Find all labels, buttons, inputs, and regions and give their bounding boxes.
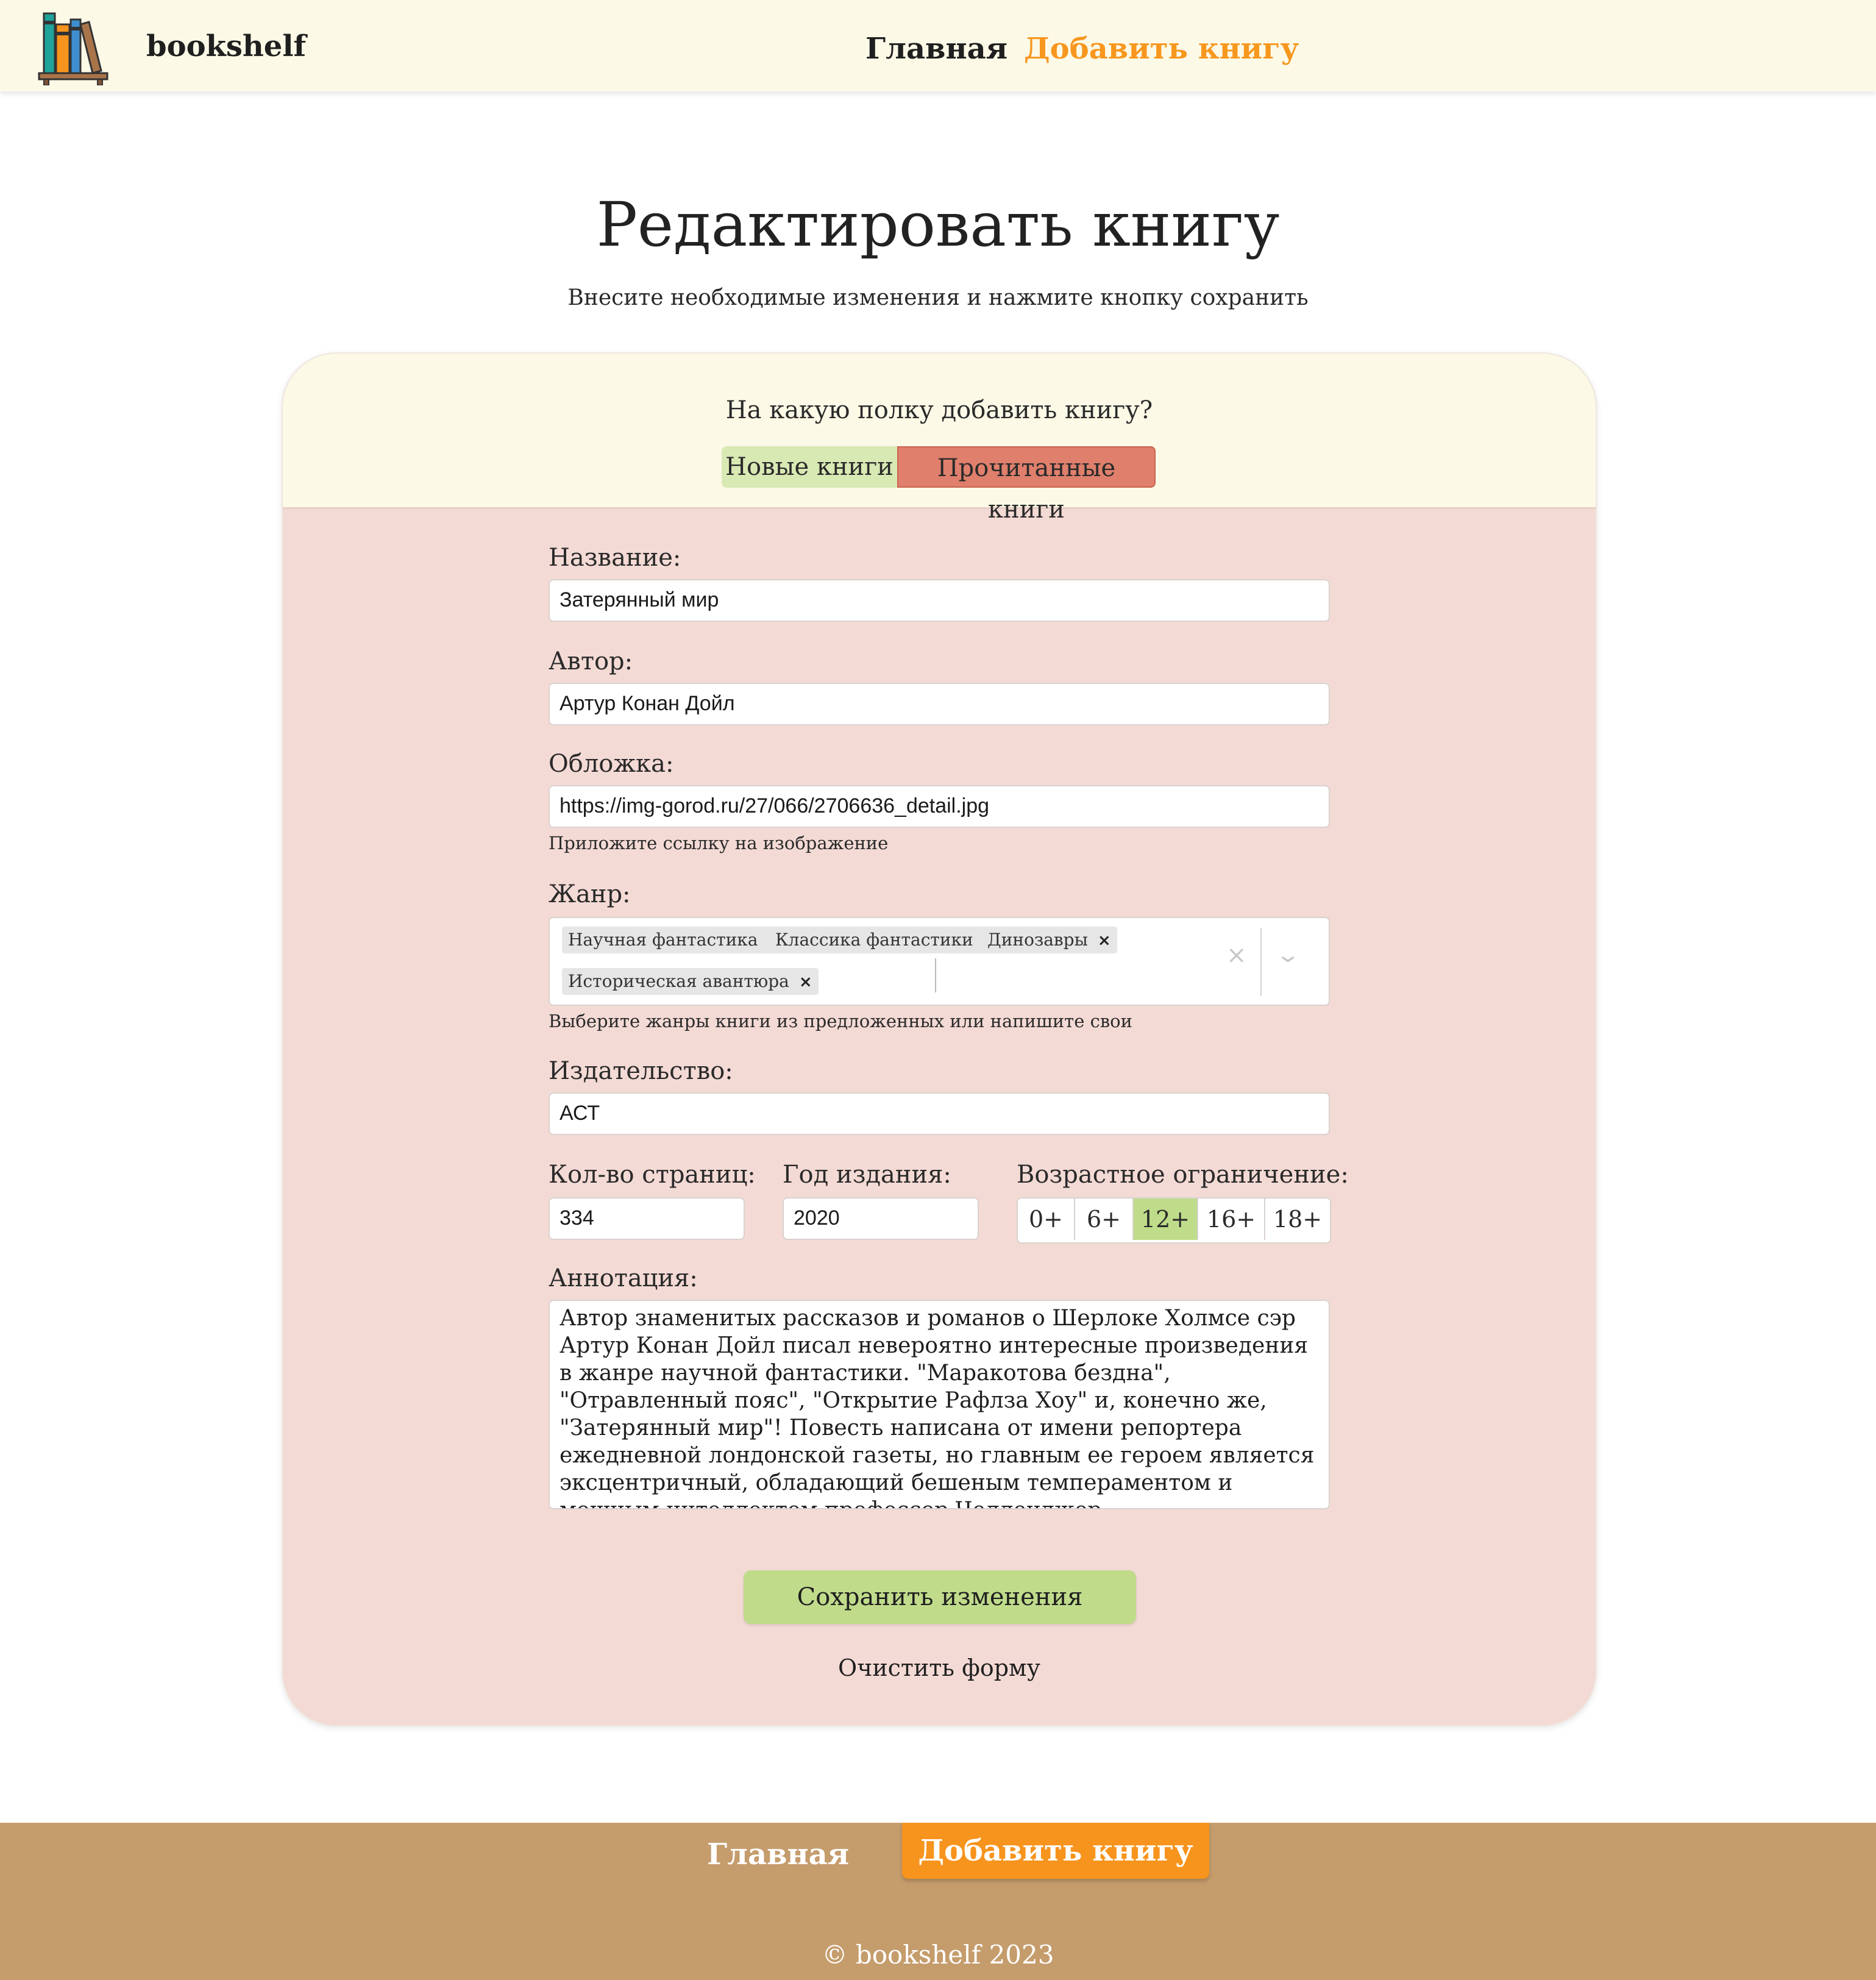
text-caret (935, 958, 936, 992)
close-icon[interactable]: × (1098, 931, 1111, 950)
select-divider (1260, 928, 1262, 996)
edit-book-card: На какую полку добавить книгу? Новые кни… (282, 352, 1597, 1726)
save-button[interactable]: Сохранить изменения (744, 1570, 1136, 1624)
shelf-selector: На какую полку добавить книгу? Новые кни… (283, 354, 1596, 524)
genre-chip-label: Классика фантастики (775, 930, 973, 950)
age-rating-group: 0+ 6+ 12+ 16+ 18+ (1017, 1197, 1331, 1244)
year-label: Год издания: (783, 1161, 951, 1189)
brand-name[interactable]: bookshelf (146, 29, 306, 63)
cover-url-input[interactable]: https://img-gorod.ru/27/066/2706636_deta… (549, 785, 1330, 828)
clear-form-button[interactable]: Очистить форму (283, 1654, 1596, 1681)
genre-chip: Историческая авантюра × (562, 968, 819, 995)
shelf-option-new[interactable]: Новые книги (722, 446, 897, 488)
page-subtitle: Внесите необходимые изменения и нажмите … (567, 285, 1309, 310)
year-input[interactable]: 2020 (783, 1197, 979, 1240)
footer: Главная Добавить книгу © bookshelf 2023 (0, 1823, 1876, 1980)
genre-chip-label: Научная фантастика (568, 930, 758, 950)
genre-hint: Выберите жанры книги из предложенных или… (549, 1011, 1132, 1031)
cover-hint: Приложите ссылку на изображение (549, 833, 889, 853)
cover-label: Обложка: (549, 750, 674, 778)
shelf-option-read[interactable]: Прочитанные книги (897, 446, 1156, 524)
age-option-18[interactable]: 18+ (1265, 1198, 1330, 1240)
page-title: Редактировать книгу (596, 189, 1280, 260)
close-icon[interactable]: × (799, 973, 812, 991)
clear-icon[interactable]: × (1226, 941, 1247, 969)
genre-chip: Научная фантастика× (562, 927, 787, 953)
genre-chip-label: Динозавры (987, 930, 1088, 950)
genre-label: Жанр: (549, 880, 631, 908)
annotation-label: Аннотация: (549, 1264, 698, 1292)
genre-chip: Классика фантастики× (769, 927, 1003, 953)
bookshelf-logo-icon[interactable] (38, 12, 108, 85)
publisher-label: Издательство: (549, 1057, 733, 1085)
age-option-16[interactable]: 16+ (1198, 1198, 1265, 1240)
genre-chip-label: Историческая авантюра (568, 971, 789, 991)
shelf-question: На какую полку добавить книгу? (725, 396, 1153, 424)
chevron-down-icon[interactable]: ⌄ (1275, 942, 1301, 967)
age-option-0[interactable]: 0+ (1018, 1198, 1075, 1240)
nav-add-book-link[interactable]: Добавить книгу (1024, 32, 1299, 66)
pages-input[interactable]: 334 (549, 1197, 745, 1240)
footer-nav-add-book[interactable]: Добавить книгу (902, 1823, 1209, 1879)
top-header: bookshelf Главная Добавить книгу (0, 0, 1876, 91)
annotation-textarea[interactable]: Автор знаменитых рассказов и романов о Ш… (549, 1300, 1330, 1509)
author-input[interactable]: Артур Конан Дойл (549, 683, 1330, 725)
pages-label: Кол-во страниц: (549, 1161, 756, 1189)
age-option-6[interactable]: 6+ (1075, 1198, 1134, 1240)
title-input[interactable]: Затерянный мир (549, 579, 1330, 622)
title-label: Название: (549, 544, 681, 572)
publisher-input[interactable]: АСТ (549, 1092, 1330, 1135)
author-label: Автор: (549, 647, 633, 675)
copyright-text: © bookshelf 2023 (822, 1940, 1054, 1970)
genre-chip: Динозавры × (981, 927, 1117, 953)
nav-home-link[interactable]: Главная (865, 32, 1007, 66)
age-option-12[interactable]: 12+ (1134, 1198, 1198, 1240)
footer-nav-home[interactable]: Главная (707, 1837, 849, 1871)
age-label: Возрастное ограничение: (1017, 1161, 1349, 1189)
genre-multiselect[interactable]: Научная фантастика× Классика фантастики×… (549, 917, 1330, 1006)
